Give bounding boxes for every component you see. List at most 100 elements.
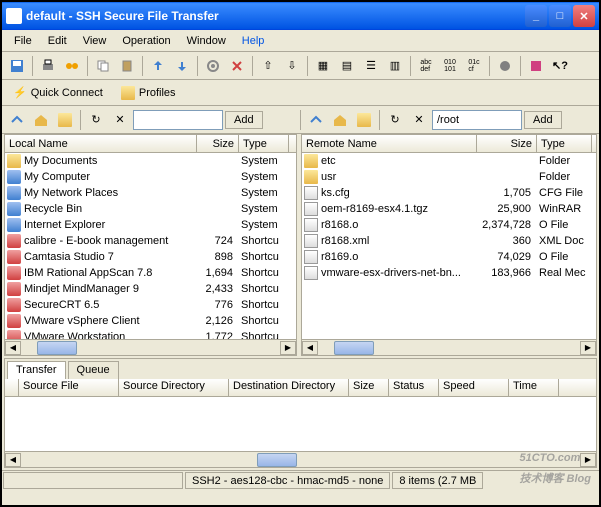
disconnect-icon[interactable] [226, 55, 248, 77]
connect-icon[interactable] [61, 55, 83, 77]
file-row[interactable]: vmware-esx-drivers-net-bn...183,966Real … [302, 265, 596, 281]
file-row[interactable]: r8168.o2,374,728O File [302, 217, 596, 233]
file-icon [7, 186, 21, 200]
view-list-icon[interactable]: ☰ [360, 55, 382, 77]
menu-file[interactable]: File [6, 33, 40, 49]
local-delete-icon[interactable]: ✕ [109, 109, 131, 131]
download-icon[interactable] [171, 55, 193, 77]
file-row[interactable]: SecureCRT 6.5776Shortcu [5, 297, 296, 313]
copy-icon[interactable] [92, 55, 114, 77]
local-home-icon[interactable] [30, 109, 52, 131]
file-name: SecureCRT 6.5 [24, 299, 99, 311]
file-row[interactable]: VMware Workstation1,772Shortcu [5, 329, 296, 339]
file-icon [304, 218, 318, 232]
stop-icon[interactable] [494, 55, 516, 77]
file-name: Internet Explorer [24, 219, 105, 231]
local-col-type[interactable]: Type [239, 135, 289, 152]
transfer-col-time[interactable]: Time [509, 379, 559, 396]
quick-connect-button[interactable]: ⚡ Quick Connect [6, 83, 110, 102]
context-help-icon[interactable]: ↖? [549, 55, 571, 77]
file-row[interactable]: Camtasia Studio 7898Shortcu [5, 249, 296, 265]
auto-icon[interactable]: 01ccf [463, 55, 485, 77]
file-row[interactable]: Mindjet MindManager 92,433Shortcu [5, 281, 296, 297]
file-row[interactable]: r8168.xml360XML Doc [302, 233, 596, 249]
file-row[interactable]: calibre - E-book management724Shortcu [5, 233, 296, 249]
remote-newfolder-icon[interactable] [353, 109, 375, 131]
remote-col-size[interactable]: Size [477, 135, 537, 152]
local-col-name[interactable]: Local Name [5, 135, 197, 152]
transfer-hscroll[interactable]: ◀▶ [5, 451, 596, 467]
maximize-button[interactable]: □ [549, 5, 571, 27]
transfer-col-speed[interactable]: Speed [439, 379, 509, 396]
transfer-col-status[interactable]: Status [389, 379, 439, 396]
transfer-col-icon[interactable] [5, 379, 19, 396]
remote-up-icon[interactable] [305, 109, 327, 131]
view-large-icon[interactable]: ▦ [312, 55, 334, 77]
local-col-size[interactable]: Size [197, 135, 239, 152]
file-row[interactable]: Internet ExplorerSystem [5, 217, 296, 233]
remote-refresh-icon[interactable]: ↻ [384, 109, 406, 131]
print-icon[interactable] [37, 55, 59, 77]
file-row[interactable]: r8169.o74,029O File [302, 249, 596, 265]
menu-help[interactable]: Help [234, 33, 273, 49]
help-book-icon[interactable] [525, 55, 547, 77]
menu-view[interactable]: View [75, 33, 115, 49]
view-details-icon[interactable]: ▥ [384, 55, 406, 77]
paste-icon[interactable] [116, 55, 138, 77]
view-small-icon[interactable]: ▤ [336, 55, 358, 77]
file-row[interactable]: usrFolder [302, 169, 596, 185]
arrow-down-icon[interactable]: ⇩ [281, 55, 303, 77]
tab-transfer[interactable]: Transfer [7, 361, 66, 379]
navbar: ↻ ✕ Add ↻ ✕ Add [2, 106, 599, 134]
local-refresh-icon[interactable]: ↻ [85, 109, 107, 131]
file-size: 2,374,728 [479, 219, 539, 231]
tab-queue[interactable]: Queue [68, 361, 119, 379]
transfer-col-source-file[interactable]: Source File [19, 379, 119, 396]
transfer-col-size[interactable]: Size [349, 379, 389, 396]
file-row[interactable]: My ComputerSystem [5, 169, 296, 185]
file-row[interactable]: Recycle BinSystem [5, 201, 296, 217]
local-file-list[interactable]: My DocumentsSystemMy ComputerSystemMy Ne… [5, 153, 296, 339]
transfer-list[interactable] [5, 397, 596, 451]
arrow-up-icon[interactable]: ⇧ [257, 55, 279, 77]
remote-add-button[interactable]: Add [524, 111, 562, 129]
remote-file-list[interactable]: etcFolderusrFolderks.cfg1,705CFG Fileoem… [302, 153, 596, 339]
file-row[interactable]: IBM Rational AppScan 7.81,694Shortcu [5, 265, 296, 281]
file-row[interactable]: My Network PlacesSystem [5, 185, 296, 201]
remote-col-type[interactable]: Type [537, 135, 592, 152]
save-icon[interactable] [6, 55, 28, 77]
file-row[interactable]: My DocumentsSystem [5, 153, 296, 169]
file-row[interactable]: ks.cfg1,705CFG File [302, 185, 596, 201]
titlebar[interactable]: default - SSH Secure File Transfer _ □ ✕ [2, 2, 599, 30]
close-button[interactable]: ✕ [573, 5, 595, 27]
file-icon [304, 202, 318, 216]
local-up-icon[interactable] [6, 109, 28, 131]
ascii-icon[interactable]: abcdef [415, 55, 437, 77]
file-row[interactable]: etcFolder [302, 153, 596, 169]
remote-hscroll[interactable]: ◀▶ [302, 339, 596, 355]
local-newfolder-icon[interactable] [54, 109, 76, 131]
file-type: CFG File [539, 187, 594, 199]
file-row[interactable]: VMware vSphere Client2,126Shortcu [5, 313, 296, 329]
remote-home-icon[interactable] [329, 109, 351, 131]
remote-path-input[interactable] [432, 110, 522, 130]
upload-icon[interactable] [147, 55, 169, 77]
file-size: 724 [199, 235, 241, 247]
file-name: My Network Places [24, 187, 118, 199]
menu-operation[interactable]: Operation [114, 33, 178, 49]
transfer-col-source-dir[interactable]: Source Directory [119, 379, 229, 396]
remote-delete-icon[interactable]: ✕ [408, 109, 430, 131]
menu-edit[interactable]: Edit [40, 33, 75, 49]
file-row[interactable]: oem-r8169-esx4.1.tgz25,900WinRAR [302, 201, 596, 217]
minimize-button[interactable]: _ [525, 5, 547, 27]
settings-icon[interactable] [202, 55, 224, 77]
remote-col-name[interactable]: Remote Name [302, 135, 477, 152]
local-path-input[interactable] [133, 110, 223, 130]
local-add-button[interactable]: Add [225, 111, 263, 129]
menu-window[interactable]: Window [179, 33, 234, 49]
file-size: 1,772 [199, 331, 241, 339]
local-hscroll[interactable]: ◀▶ [5, 339, 296, 355]
transfer-col-dest-dir[interactable]: Destination Directory [229, 379, 349, 396]
binary-icon[interactable]: 010101 [439, 55, 461, 77]
profiles-button[interactable]: Profiles [114, 83, 183, 103]
